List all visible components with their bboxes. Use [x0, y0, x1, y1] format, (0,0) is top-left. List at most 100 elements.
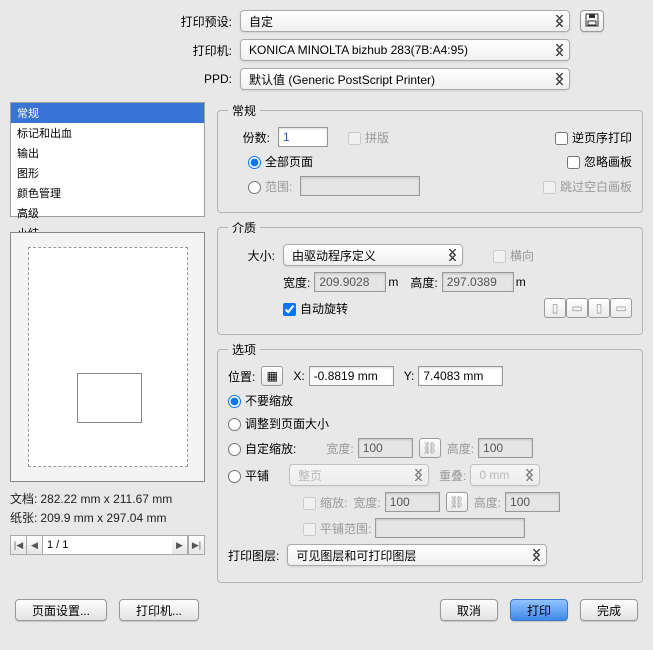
general-legend: 常规: [228, 102, 260, 119]
print-button[interactable]: 打印: [510, 599, 568, 621]
size-label: 大小:: [228, 247, 283, 264]
orient-portrait-button: ▯: [544, 298, 566, 318]
cs-link-button: ⛓: [419, 438, 441, 458]
print-layers-label: 打印图层:: [228, 547, 279, 564]
x-label: X:: [293, 369, 304, 383]
tile-radio[interactable]: 平铺: [228, 467, 269, 484]
link-icon: ⛓: [449, 495, 464, 509]
skip-blank-checkbox: 跳过空白画板: [543, 178, 632, 195]
preset-label: 打印预设:: [10, 13, 240, 30]
options-group: 选项 位置: ▦ X: Y: 不要缩放 调整到页面大小 自定缩放: 宽度:: [217, 341, 643, 583]
all-pages-radio[interactable]: 全部页面: [248, 153, 313, 170]
landscape-checkbox: 横向: [493, 247, 534, 264]
media-height-input: [442, 272, 514, 292]
panel-item-graphics[interactable]: 图形: [11, 163, 204, 183]
tile-range-checkbox: 平铺范围:: [303, 520, 371, 537]
media-group: 介质 大小: 由驱动程序定义 横向 宽度: m 高度: m: [217, 219, 643, 335]
ignore-artboards-checkbox[interactable]: 忽略画板: [567, 153, 632, 170]
pager-field[interactable]: 1 / 1: [43, 536, 172, 554]
media-height-unit: m: [516, 275, 526, 289]
grid-icon: ▦: [267, 369, 278, 383]
panel-list[interactable]: 常规 标记和出血 输出 图形 颜色管理 高级 小结: [10, 102, 205, 217]
preview-artwork: [77, 373, 142, 423]
media-width-input: [314, 272, 386, 292]
media-width-unit: m: [388, 275, 398, 289]
save-preset-button[interactable]: [580, 10, 604, 32]
pager-next-button[interactable]: ▶: [172, 536, 188, 554]
portrait-down-icon: ▯: [596, 301, 603, 315]
media-legend: 介质: [228, 219, 260, 236]
print-layers-select[interactable]: 可见图层和可打印图层: [287, 544, 547, 566]
auto-rotate-checkbox[interactable]: 自动旋转: [283, 300, 348, 317]
tile-range-input: [375, 518, 525, 538]
cs-height-label: 高度:: [447, 440, 474, 457]
cs-height-input: [478, 438, 533, 458]
doc-dim-value: 282.22 mm x 211.67 mm: [40, 492, 172, 506]
ts-link-button: ⛓: [446, 492, 468, 512]
preview-page: [28, 247, 188, 467]
cs-width-input: [358, 438, 413, 458]
panel-item-marks[interactable]: 标记和出血: [11, 123, 204, 143]
y-label: Y:: [404, 369, 415, 383]
media-height-label: 高度:: [410, 274, 437, 291]
done-button[interactable]: 完成: [580, 599, 638, 621]
floppy-icon: [585, 13, 599, 30]
overlap-input: 0 mm: [470, 464, 540, 486]
panel-item-output[interactable]: 输出: [11, 143, 204, 163]
tile-mode-select: 整页: [289, 464, 429, 486]
x-input[interactable]: [309, 366, 394, 386]
pager: |◀ ◀ 1 / 1 ▶ ▶|: [10, 535, 205, 555]
ts-width-label: 宽度:: [353, 494, 380, 511]
paper-dim-label: 纸张:: [10, 511, 37, 525]
range-radio[interactable]: 范围:: [248, 178, 292, 195]
printer-label: 打印机:: [10, 42, 240, 59]
landscape-right-icon: ▭: [571, 301, 582, 315]
panel-item-color[interactable]: 颜色管理: [11, 183, 204, 203]
orient-portrait2-button: ▯: [588, 298, 610, 318]
pager-first-button[interactable]: |◀: [11, 536, 27, 554]
preview-area: [10, 232, 205, 482]
panel-item-advanced[interactable]: 高级: [11, 203, 204, 223]
pager-last-button[interactable]: ▶|: [188, 536, 204, 554]
ts-width-input: [385, 492, 440, 512]
paper-dim-value: 209.9 mm x 297.04 mm: [40, 511, 166, 525]
panel-item-general[interactable]: 常规: [11, 103, 204, 123]
size-select[interactable]: 由驱动程序定义: [283, 244, 463, 266]
landscape-left-icon: ▭: [615, 301, 626, 315]
tile-scale-checkbox: 缩放:: [303, 494, 347, 511]
fit-page-radio[interactable]: 调整到页面大小: [228, 415, 329, 432]
custom-scale-radio[interactable]: 自定缩放:: [228, 440, 296, 457]
y-input[interactable]: [418, 366, 503, 386]
reverse-checkbox[interactable]: 逆页序打印: [555, 129, 632, 146]
options-legend: 选项: [228, 341, 260, 358]
range-input: [300, 176, 420, 196]
orient-landscape-button: ▭: [566, 298, 588, 318]
cancel-button[interactable]: 取消: [440, 599, 498, 621]
page-setup-button[interactable]: 页面设置...: [15, 599, 107, 621]
copies-input[interactable]: [278, 127, 328, 147]
ts-height-input: [505, 492, 560, 512]
collate-checkbox: 拼版: [348, 129, 389, 146]
pager-prev-button[interactable]: ◀: [27, 536, 43, 554]
cs-width-label: 宽度:: [326, 440, 353, 457]
orient-landscape2-button: ▭: [610, 298, 632, 318]
ts-height-label: 高度:: [474, 494, 501, 511]
preset-select[interactable]: 自定: [240, 10, 570, 32]
overlap-label: 重叠:: [439, 467, 466, 484]
printer-value: KONICA MINOLTA bizhub 283(7B:A4:95): [249, 43, 468, 57]
general-group: 常规 份数: 拼版 逆页序打印 全部页面 忽略画板 范围:: [217, 102, 643, 213]
doc-dim-label: 文档:: [10, 492, 37, 506]
ppd-label: PPD:: [10, 72, 240, 86]
portrait-up-icon: ▯: [552, 301, 559, 315]
printer-button[interactable]: 打印机...: [119, 599, 199, 621]
preset-value: 自定: [249, 13, 273, 30]
link-icon: ⛓: [422, 441, 437, 455]
ppd-value: 默认值 (Generic PostScript Printer): [249, 71, 435, 88]
media-width-label: 宽度:: [283, 274, 310, 291]
ppd-select[interactable]: 默认值 (Generic PostScript Printer): [240, 68, 570, 90]
placement-grid-button[interactable]: ▦: [261, 366, 283, 386]
copies-label: 份数:: [228, 129, 278, 146]
no-scale-radio[interactable]: 不要缩放: [228, 392, 293, 409]
placement-label: 位置:: [228, 368, 255, 385]
printer-select[interactable]: KONICA MINOLTA bizhub 283(7B:A4:95): [240, 39, 570, 61]
